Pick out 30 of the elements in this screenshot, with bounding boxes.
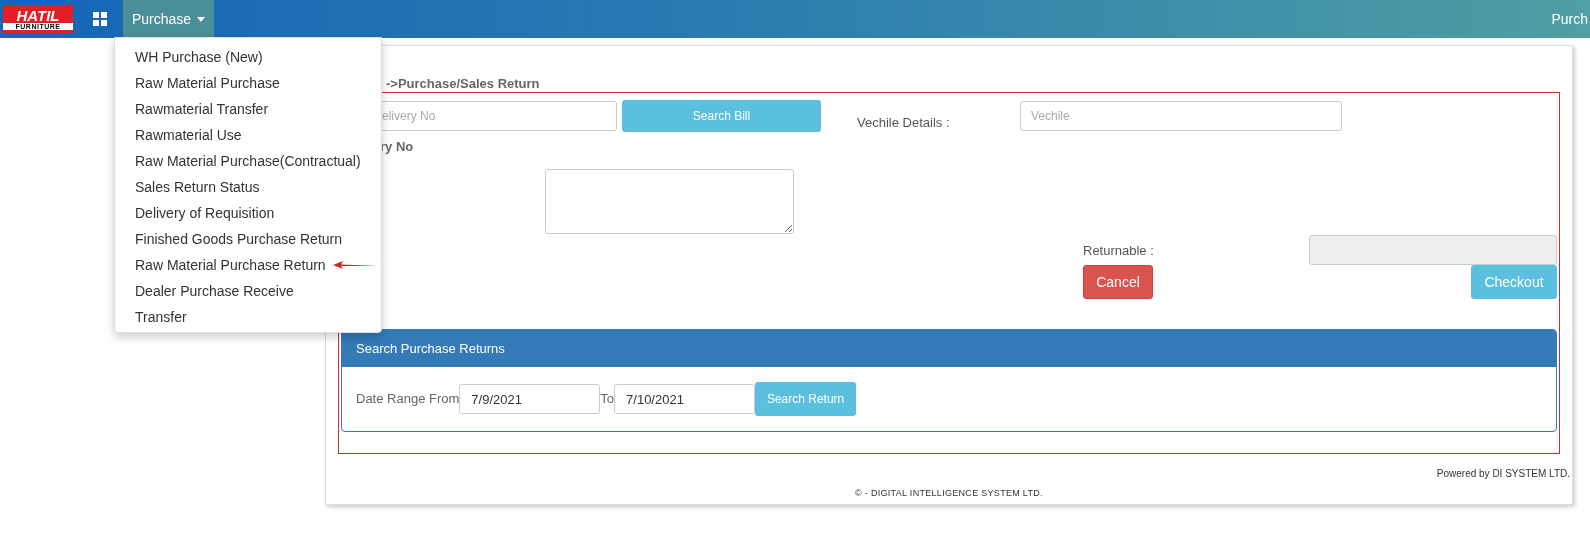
menu-item[interactable]: Finished Goods Purchase Return <box>135 228 342 250</box>
menu-item[interactable]: Delivery of Requisition <box>135 202 275 224</box>
menu-item[interactable]: Raw Material Purchase(Contractual) <box>135 150 361 172</box>
date-to-input[interactable]: 7/10/2021 <box>614 384 756 414</box>
logo-text: HATIL <box>16 8 60 23</box>
copyright: © - DIGITAL INTELLIGENCE SYSTEM LTD. <box>854 487 1044 500</box>
text-area[interactable] <box>545 169 794 234</box>
caret-icon <box>197 16 206 22</box>
menu-item[interactable]: Rawmaterial Transfer <box>135 98 269 120</box>
vehicle-input[interactable]: Vechile <box>1020 100 1342 131</box>
menu-item[interactable]: Rawmaterial Use <box>135 124 242 146</box>
date-from-input[interactable]: 7/9/2021 <box>459 384 601 414</box>
menu-item[interactable]: WH Purchase (New) <box>135 46 263 68</box>
menu-item[interactable]: Dealer Purchase Receive <box>135 280 294 302</box>
returnable-label: Returnable : <box>1083 241 1154 260</box>
grid-icon[interactable] <box>93 12 107 26</box>
menu-item[interactable]: Transfer <box>135 306 187 328</box>
vehicle-label: Vechile Details : <box>857 114 951 132</box>
cancel-button[interactable]: Cancel <box>1083 265 1153 299</box>
purchase-menu[interactable]: Purchase <box>123 0 215 38</box>
powered-by: Powered by DI SYSTEM LTD. <box>1435 467 1571 481</box>
panel-title: Search Purchase Returns <box>356 339 505 358</box>
breadcrumb: ->Purchase/Sales Return <box>385 76 541 92</box>
returnable-input[interactable] <box>1309 235 1557 265</box>
date-to-label: To <box>600 390 615 409</box>
delivery-input[interactable]: elivery No <box>379 100 617 131</box>
menu-item[interactable]: Raw Material Purchase Return <box>135 254 326 276</box>
date-from-label: Date Range From <box>356 390 460 409</box>
menu-item[interactable]: Sales Return Status <box>135 176 260 198</box>
menu-item[interactable]: Raw Material Purchase <box>135 72 280 94</box>
